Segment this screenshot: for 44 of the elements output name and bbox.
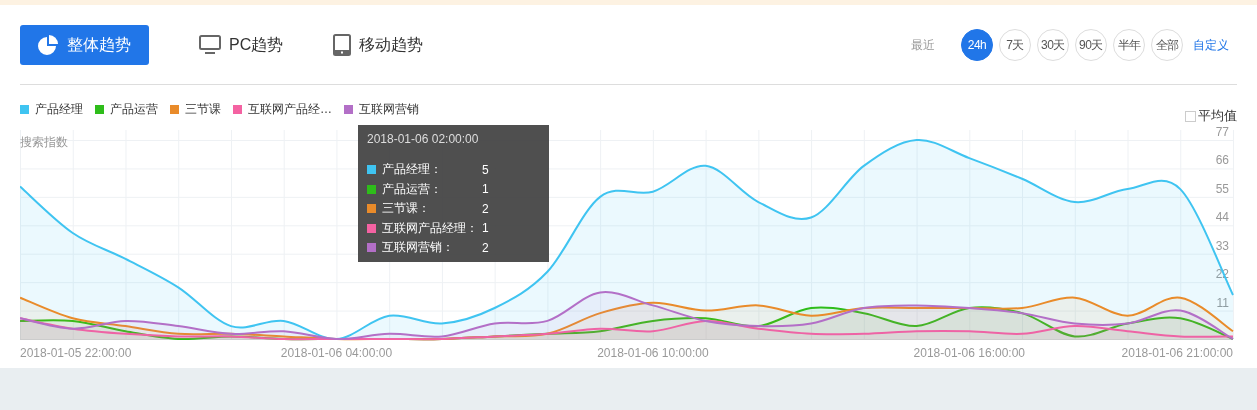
tooltip-label: 产品运营：: [382, 180, 443, 198]
y-tick-label: 55: [1215, 181, 1229, 196]
tooltip-label: 互联网产品经理：: [382, 219, 479, 237]
tooltip-value: 1: [482, 221, 489, 236]
tooltip-label: 产品经理：: [382, 161, 443, 179]
tooltip-label: 三节课：: [382, 200, 431, 218]
tooltip-value: 5: [482, 162, 489, 177]
x-tick-label: 2018-01-06 04:00:00: [280, 346, 393, 359]
legend-label[interactable]: 产品运营: [110, 100, 158, 118]
range-option[interactable]: 24h: [961, 29, 993, 61]
tooltip-value: 2: [482, 201, 489, 216]
custom-range-link[interactable]: 自定义: [1193, 36, 1229, 54]
legend-label[interactable]: 互联网营销: [359, 100, 419, 118]
legend-label[interactable]: 三节课: [185, 100, 221, 118]
tooltip-value: 2: [482, 240, 489, 255]
range-option[interactable]: 90天: [1075, 29, 1107, 61]
legend-label[interactable]: 互联网产品经…: [248, 100, 332, 118]
y-tick-label: 66: [1215, 153, 1229, 168]
x-tick-label: 2018-01-06 10:00:00: [597, 346, 709, 359]
tooltip-value: 1: [482, 182, 489, 197]
monitor-icon: [199, 35, 221, 55]
range-label: 最近: [911, 36, 935, 54]
legend-label[interactable]: 产品经理: [35, 100, 83, 118]
y-tick-label: 77: [1215, 127, 1229, 139]
y-axis-label: 搜索指数: [20, 135, 68, 149]
range-option[interactable]: 半年: [1113, 29, 1145, 61]
trend-tab[interactable]: PC趋势: [199, 25, 284, 65]
y-tick-label: 11: [1216, 295, 1229, 310]
range-option[interactable]: 全部: [1151, 29, 1183, 61]
tooltip-time: 2018-01-06 02:00:00: [367, 132, 479, 146]
trend-tab[interactable]: 整体趋势: [20, 25, 149, 65]
x-tick-label: 2018-01-06 21:00:00: [1121, 346, 1233, 359]
x-tick-label: 2018-01-05 22:00:00: [20, 346, 132, 359]
average-checkbox[interactable]: [1185, 110, 1196, 122]
tablet-icon: [333, 34, 352, 56]
x-tick-label: 2018-01-06 16:00:00: [913, 346, 1025, 359]
y-tick-label: 33: [1215, 238, 1229, 253]
tooltip-label: 互联网营销：: [382, 239, 455, 257]
trend-tab[interactable]: 移动趋势: [333, 25, 424, 65]
range-option[interactable]: 7天: [999, 29, 1031, 61]
y-tick-label: 44: [1215, 210, 1229, 225]
checkbox-label: 平均值: [1198, 107, 1237, 125]
range-option[interactable]: 30天: [1037, 29, 1069, 61]
pie-chart-icon: [37, 34, 59, 56]
